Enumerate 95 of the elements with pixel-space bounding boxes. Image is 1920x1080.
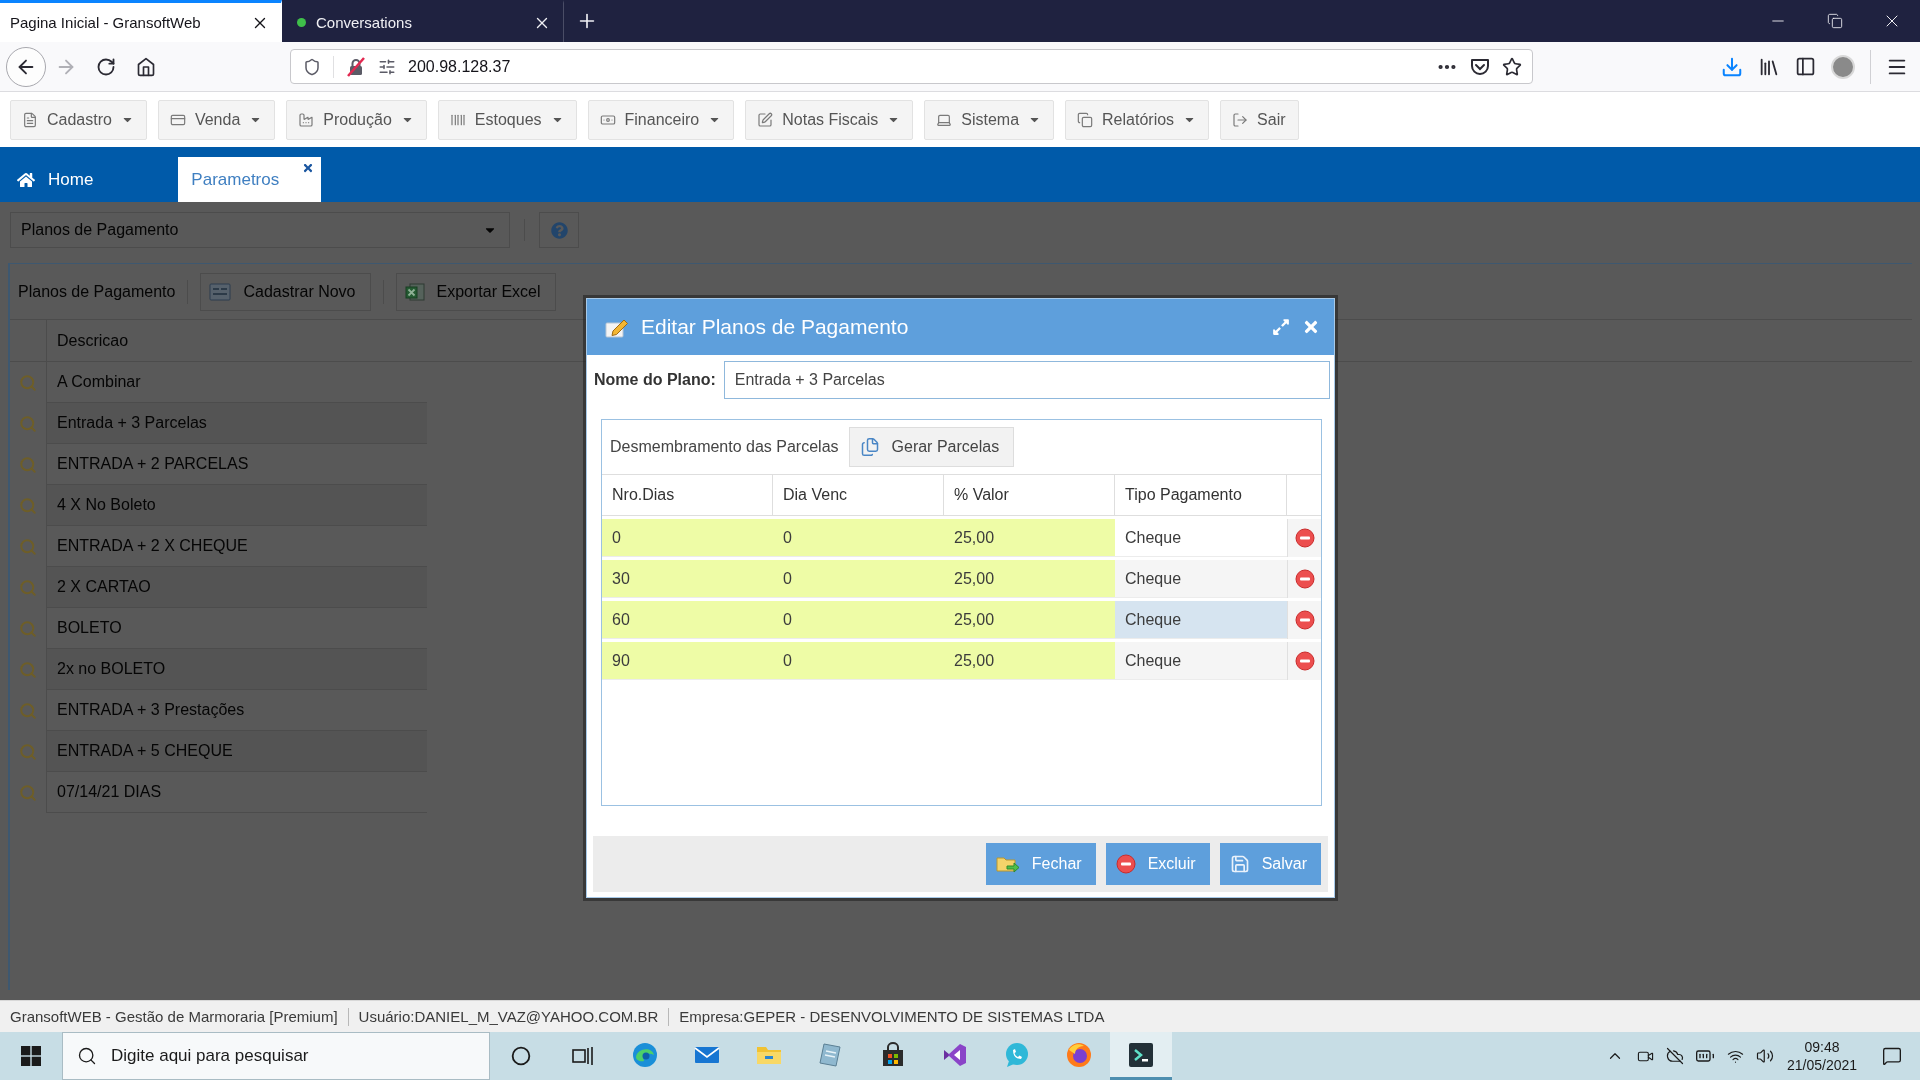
stacked-pages-icon	[859, 437, 880, 457]
chat-bubble-icon	[1004, 1041, 1030, 1068]
factory-icon	[298, 111, 315, 128]
dialog-title: Editar Planos de Pagamento	[641, 315, 910, 339]
notification-icon[interactable]	[1882, 1046, 1902, 1066]
app-tab[interactable]: Parametros	[178, 157, 322, 202]
windows-logo-icon[interactable]	[21, 1046, 41, 1066]
browser-tab[interactable]: Pagina Inicial - GransoftWeb	[0, 0, 282, 42]
remove-row-icon[interactable]	[1294, 528, 1315, 548]
panel-title: Planos de Pagamento	[18, 282, 176, 301]
restore-icon[interactable]	[1826, 13, 1843, 29]
remove-row-icon[interactable]	[1294, 610, 1315, 630]
table-cell: ENTRADA + 5 CHEQUE	[47, 731, 427, 772]
menu-button[interactable]: Notas Fiscais	[745, 99, 914, 140]
table-cell: 2 X CARTAO	[47, 567, 427, 608]
search-icon	[77, 1046, 97, 1066]
logout-icon	[1232, 111, 1249, 128]
table-cell[interactable]: 60	[602, 601, 773, 639]
column-header: Descricao	[56, 330, 129, 351]
prompt-tile-icon	[1128, 1041, 1154, 1068]
back-button[interactable]	[6, 46, 46, 87]
table-cell[interactable]: 0	[602, 519, 773, 557]
table-cell[interactable]: 90	[602, 642, 773, 680]
status-text: Empresa:GEPER - DESENVOLVIMENTO DE SISTEMAS LTDA	[679, 1008, 1105, 1025]
folder-arrow-icon	[995, 854, 1020, 874]
star-icon[interactable]	[1502, 56, 1522, 77]
taskbar-search-field[interactable]: Digite aqui para pesquisar	[62, 1032, 490, 1080]
pocket-icon[interactable]	[1470, 56, 1490, 77]
table-cell: Cheque	[1115, 642, 1287, 680]
menu-button[interactable]: Financeiro	[587, 99, 735, 140]
menu-button[interactable]: Relatórios	[1065, 99, 1210, 140]
table-cell: 4 X No Boleto	[47, 485, 427, 526]
shield-icon[interactable]	[303, 57, 321, 76]
plan-name-input[interactable]: Entrada + 3 Parcelas	[723, 361, 1330, 399]
menu-button[interactable]: Sistema	[924, 99, 1055, 140]
column-header: Nro.Dias	[602, 475, 773, 515]
table-cell: Cheque	[1115, 560, 1287, 598]
globe-logo-icon	[1066, 1041, 1092, 1068]
cloud-off-icon[interactable]	[1666, 1047, 1684, 1065]
remove-row-icon[interactable]	[1294, 651, 1315, 671]
generate-button[interactable]: Gerar Parcelas	[848, 427, 1015, 467]
clock-date: 21/05/2021	[1786, 1057, 1858, 1073]
avatar-icon[interactable]	[1831, 54, 1855, 79]
column-header: % Valor	[944, 475, 1115, 515]
column-header: Tipo Pagamento	[1115, 475, 1287, 515]
table-cell[interactable]: 0	[773, 642, 944, 680]
table-cell[interactable]: 0	[773, 519, 944, 557]
table-cell[interactable]: 0	[773, 560, 944, 598]
app-tab[interactable]: Home	[15, 157, 96, 202]
document-icon	[818, 1041, 844, 1068]
column-header: Dia Venc	[773, 475, 944, 515]
form-card-icon	[209, 282, 232, 301]
taskbar-app-button[interactable]	[1110, 1032, 1172, 1080]
table-cell: 2x no BOLETO	[47, 649, 427, 690]
menu-button[interactable]: Produção	[286, 99, 427, 140]
table-cell: Entrada + 3 Parcelas	[47, 403, 427, 444]
menu-button[interactable]: Cadastro	[10, 99, 147, 140]
close-icon[interactable]	[302, 162, 315, 174]
field-label: Nome do Plano:	[594, 371, 716, 389]
ring-icon[interactable]	[511, 1046, 531, 1066]
table-cell[interactable]: 0	[773, 601, 944, 639]
status-text: Usuário:DANIEL_M_VAZ@YAHOO.COM.BR	[358, 1008, 659, 1025]
lock-slash-icon	[346, 56, 366, 77]
document-icon	[22, 111, 38, 128]
table-cell: Cheque	[1115, 601, 1287, 639]
address-field[interactable]: 200.98.128.37	[290, 49, 1533, 84]
sidebar-icon[interactable]	[1795, 56, 1816, 77]
status-text: GransoftWEB - Gestão de Marmoraria [Premium]	[10, 1008, 338, 1025]
section-label: Desmembramento das Parcelas	[610, 438, 839, 456]
shopping-bag-icon	[880, 1041, 906, 1068]
reload-icon[interactable]	[96, 56, 116, 77]
task-view-icon[interactable]	[572, 1046, 594, 1066]
download-icon[interactable]	[1721, 55, 1743, 78]
expand-icon[interactable]	[1272, 318, 1290, 336]
pencil-square-icon	[757, 111, 774, 128]
table-cell[interactable]: 25,00	[944, 519, 1115, 557]
menu-button[interactable]: Venda	[157, 99, 276, 140]
table-cell[interactable]: 25,00	[944, 601, 1115, 639]
table-cell[interactable]: 25,00	[944, 560, 1115, 598]
remove-row-icon[interactable]	[1294, 569, 1315, 589]
clock-time: 09:48	[1804, 1039, 1840, 1055]
home-icon	[17, 170, 35, 189]
sliders-icon[interactable]	[378, 57, 396, 76]
minus-circle-icon[interactable]	[1115, 854, 1136, 874]
spreadsheet-icon	[404, 281, 425, 302]
table-cell[interactable]: 25,00	[944, 642, 1115, 680]
help-icon	[550, 221, 568, 239]
menu-button[interactable]: Sair	[1220, 99, 1299, 140]
home-icon[interactable]	[136, 56, 156, 77]
infinity-logo-icon	[942, 1041, 968, 1068]
speaker-icon[interactable]	[1756, 1047, 1774, 1065]
menu-button[interactable]: Estoques	[437, 99, 577, 140]
swirl-logo-icon	[632, 1041, 658, 1068]
table-cell[interactable]: 30	[602, 560, 773, 598]
copy-icon	[1077, 111, 1094, 128]
